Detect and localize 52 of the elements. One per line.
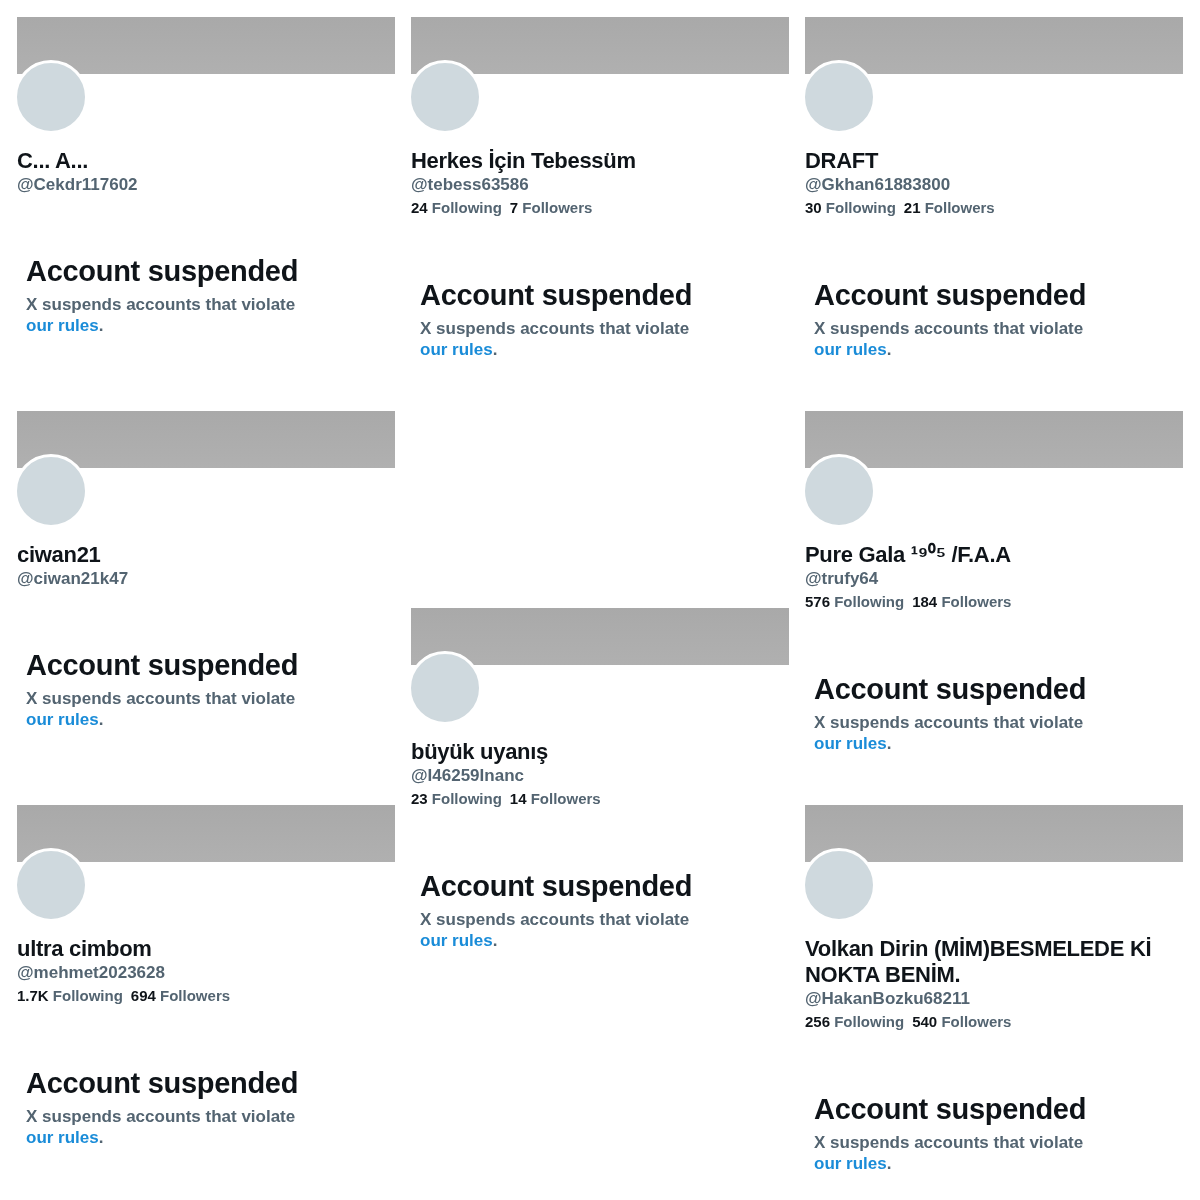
rules-link[interactable]: our rules	[420, 931, 493, 950]
username: @Gkhan61883800	[805, 174, 952, 196]
rules-link[interactable]: our rules	[814, 734, 887, 753]
username: @I46259Inanc	[411, 765, 525, 787]
follow-count-link[interactable]: 540 Followers	[912, 1010, 1012, 1034]
suspended-heading: Account suspended	[420, 869, 694, 903]
display-name: C... A...	[17, 148, 90, 174]
suspension-message: X suspends accounts that violate our rules.	[814, 1132, 1085, 1174]
username: @tebess63586	[411, 174, 530, 196]
follow-count-link[interactable]: 14 Followers	[509, 787, 601, 811]
follow-count-link[interactable]: 23 Following	[411, 787, 502, 811]
display-name: Volkan Dirin (MİM)BESMELEDE Kİ NOKTA BENİM.	[805, 936, 1153, 988]
suspended-heading: Account suspended	[26, 648, 300, 682]
rules-link[interactable]: our rules	[814, 340, 887, 359]
username: @ciwan21k47	[17, 568, 130, 590]
display-name: ultra cimbom	[17, 936, 153, 962]
suspension-message: X suspends accounts that violate our rules.	[420, 318, 691, 360]
suspension-message: X suspends accounts that violate our rules.	[26, 294, 297, 336]
follow-count-link[interactable]: 184 Followers	[912, 590, 1012, 614]
rules-link[interactable]: our rules	[26, 1128, 99, 1147]
follow-count-link[interactable]: 576 Following	[805, 590, 905, 614]
suspended-heading: Account suspended	[26, 254, 300, 288]
rules-link[interactable]: our rules	[814, 1154, 887, 1173]
follow-count-link[interactable]: 24 Following	[411, 196, 502, 220]
rules-link[interactable]: our rules	[26, 710, 99, 729]
display-name: ciwan21	[17, 542, 102, 568]
follow-count-link[interactable]: 694 Followers	[130, 984, 231, 1008]
follow-count-link[interactable]: 1.7K Following	[17, 984, 123, 1008]
suspended-heading: Account suspended	[814, 672, 1088, 706]
display-name: Herkes İçin Tebessüm	[411, 148, 637, 174]
follow-count-link[interactable]: 21 Followers	[903, 196, 995, 220]
username: @HakanBozku68211	[805, 988, 971, 1010]
suspension-message: X suspends accounts that violate our rules.	[26, 1106, 297, 1148]
display-name: Pure Gala ¹⁹⁰⁵ /F.A.A	[805, 542, 1012, 568]
display-name: büyük uyanış	[411, 739, 549, 765]
username: @Cekdr117602	[17, 174, 139, 196]
suspended-heading: Account suspended	[814, 278, 1088, 312]
follow-count-link[interactable]: 256 Following	[805, 1010, 905, 1034]
suspended-heading: Account suspended	[420, 278, 694, 312]
username: @mehmet2023628	[17, 962, 166, 984]
display-name: DRAFT	[805, 148, 880, 174]
suspension-message: X suspends accounts that violate our rules.	[26, 688, 297, 730]
username: @trufy64	[805, 568, 880, 590]
suspended-heading: Account suspended	[814, 1092, 1088, 1126]
follow-count-link[interactable]: 7 Followers	[509, 196, 593, 220]
suspension-message: X suspends accounts that violate our rules.	[420, 909, 691, 951]
suspended-heading: Account suspended	[26, 1066, 300, 1100]
suspension-message: X suspends accounts that violate our rules.	[814, 318, 1085, 360]
rules-link[interactable]: our rules	[420, 340, 493, 359]
follow-count-link[interactable]: 30 Following	[805, 196, 896, 220]
suspension-message: X suspends accounts that violate our rules.	[814, 712, 1085, 754]
rules-link[interactable]: our rules	[26, 316, 99, 335]
